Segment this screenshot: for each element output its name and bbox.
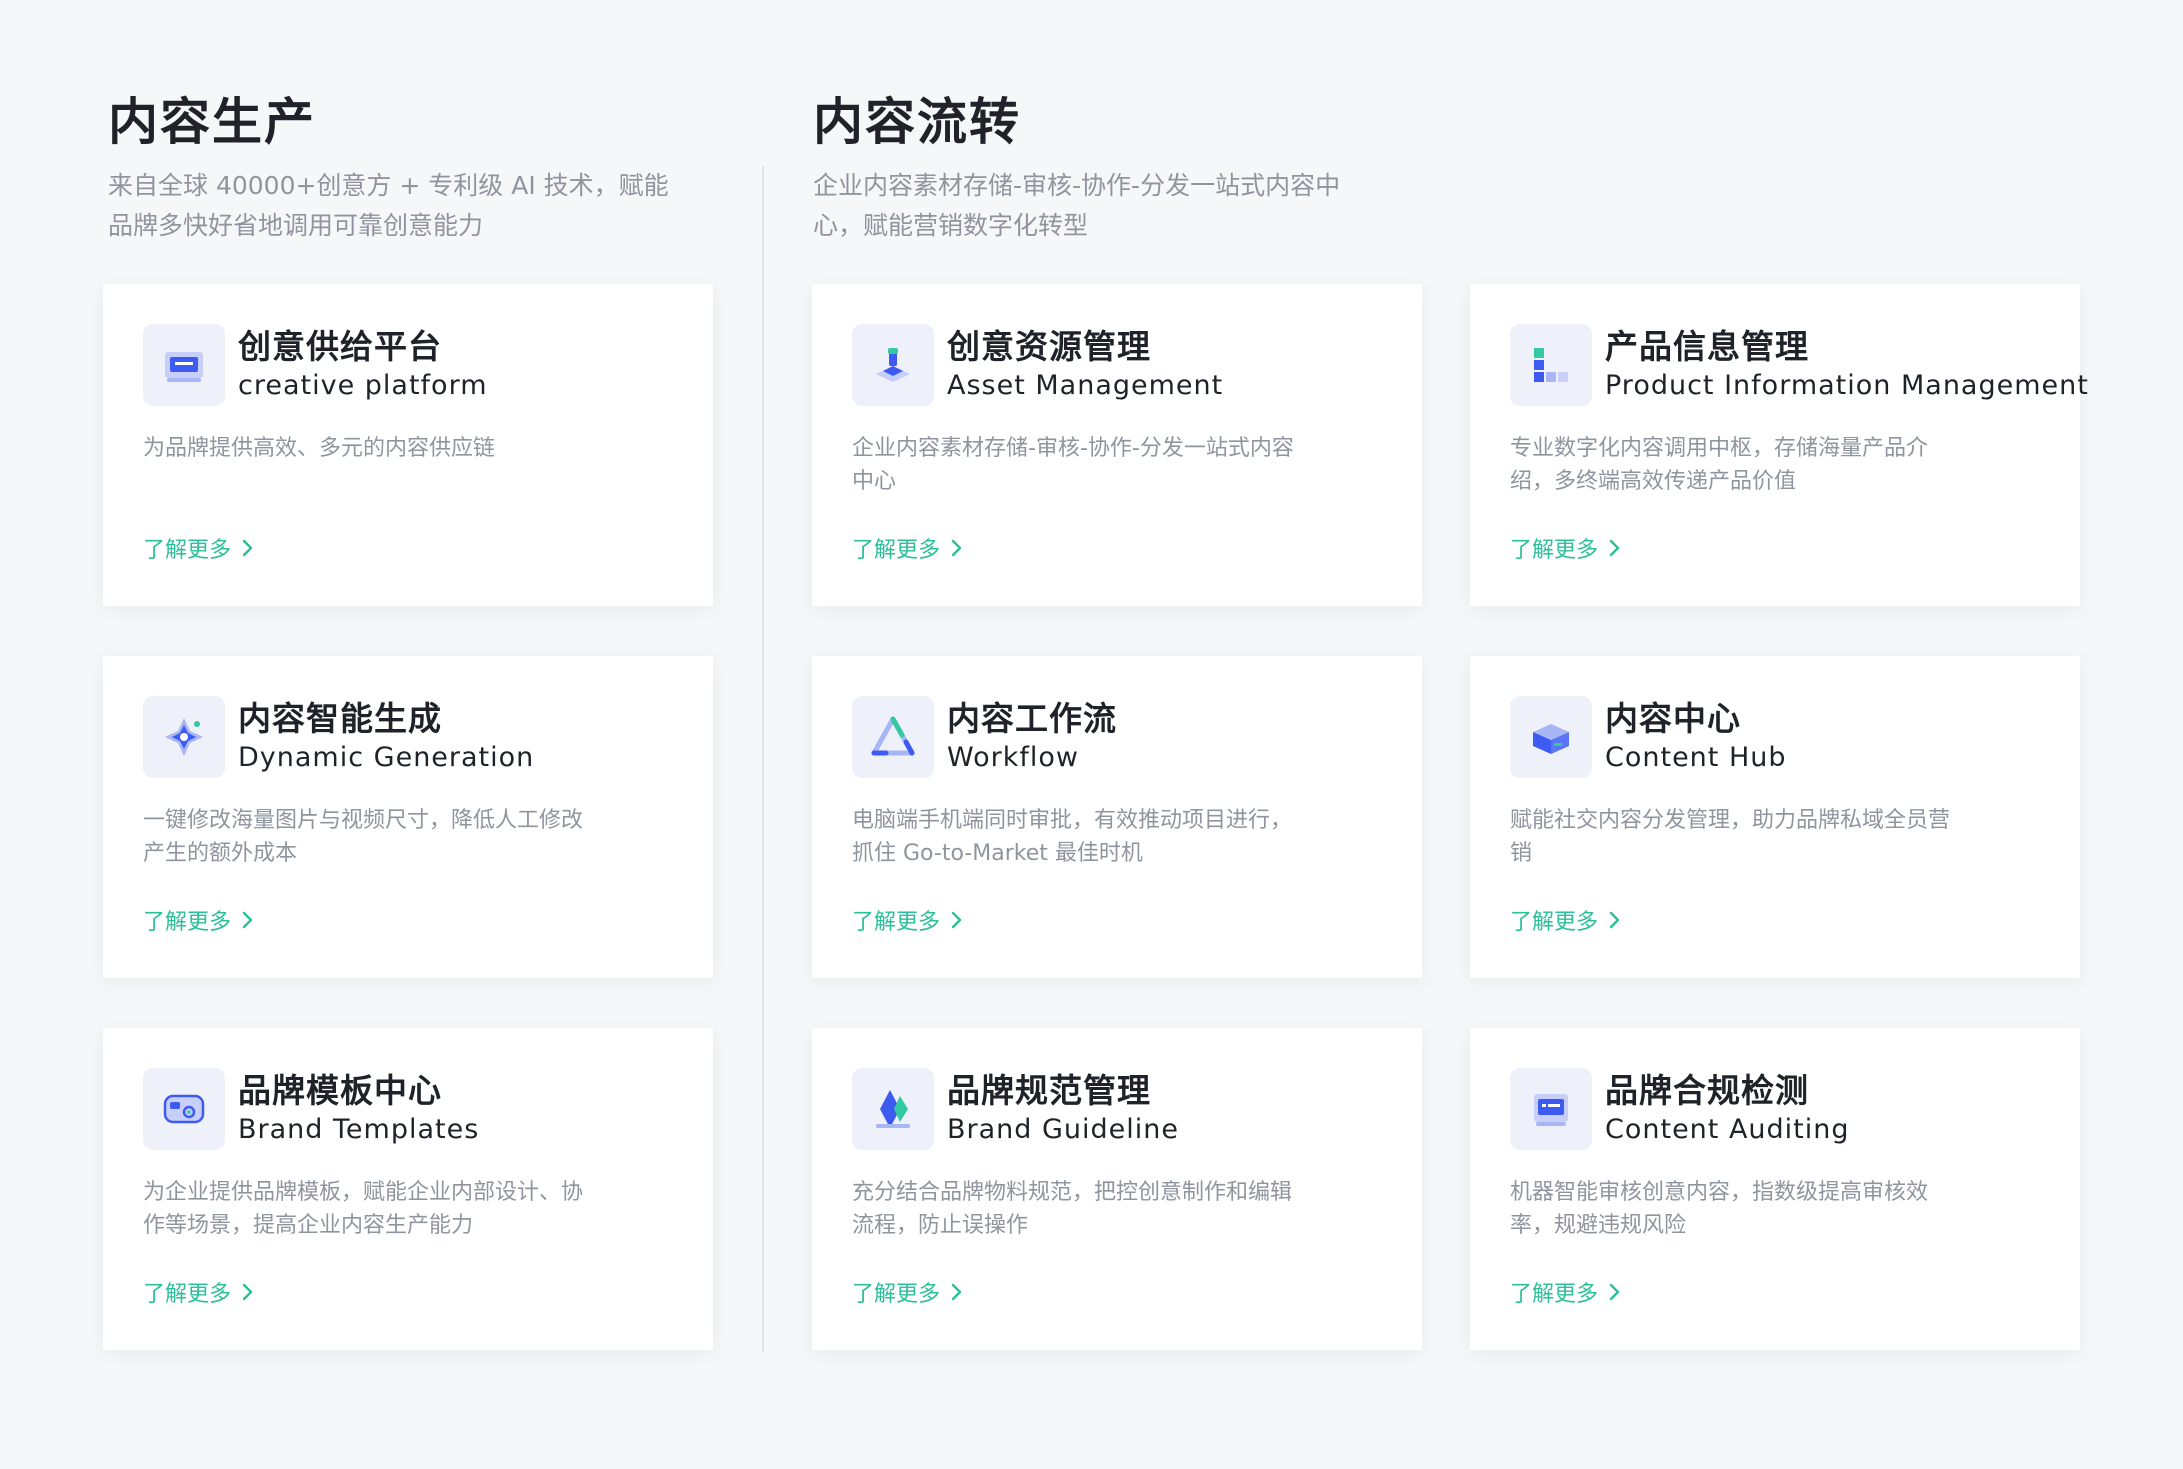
learn-more-link[interactable]: 了解更多 — [1510, 904, 1622, 936]
card-title: 产品信息管理 — [1605, 327, 1809, 366]
card-description-line: 为品牌提供高效、多元的内容供应链 — [143, 436, 496, 461]
section-description-line: 心，赋能营销数字化转型 — [813, 211, 1089, 240]
card-description-line: 一键修改海量图片与视频尺寸，降低人工修改 — [143, 808, 584, 833]
card-description: 一键修改海量图片与视频尺寸，降低人工修改 产生的额外成本 — [143, 804, 663, 870]
card-description-line: 机器智能审核创意内容，指数级提高审核效 — [1510, 1180, 1929, 1205]
card-title: 内容智能生成 — [238, 699, 442, 738]
column-divider — [762, 166, 764, 1352]
content-hub-icon — [1510, 696, 1592, 778]
chevron-right-icon — [1609, 539, 1620, 557]
card-title: 品牌合规检测 — [1605, 1071, 1809, 1110]
learn-more-label: 了解更多 — [1510, 1282, 1599, 1307]
card-content-hub[interactable]: 内容中心 Content Hub 赋能社交内容分发管理，助力品牌私域全员营销 了… — [1470, 656, 2080, 978]
card-subtitle: Content Auditing — [1605, 1114, 1850, 1145]
chevron-right-icon — [242, 539, 253, 557]
card-description: 专业数字化内容调用中枢，存储海量产品介 绍，多终端高效传递产品价值 — [1510, 432, 2030, 498]
card-description: 充分结合品牌物料规范，把控创意制作和编辑 流程，防止误操作 — [852, 1176, 1372, 1242]
learn-more-label: 了解更多 — [143, 1282, 232, 1307]
section-description-content-circulation: 企业内容素材存储-审核-协作-分发一站式内容中 心，赋能营销数字化转型 — [813, 166, 1340, 246]
card-description-line: 充分结合品牌物料规范，把控创意制作和编辑 — [852, 1180, 1293, 1205]
card-description: 企业内容素材存储-审核-协作-分发一站式内容 中心 — [852, 432, 1372, 498]
card-title: 创意资源管理 — [947, 327, 1151, 366]
card-description-line: 中心 — [852, 469, 897, 494]
brand-guideline-icon — [852, 1068, 934, 1150]
card-title: 内容中心 — [1605, 699, 1741, 738]
dynamic-generation-icon — [143, 696, 225, 778]
card-workflow[interactable]: 内容工作流 Workflow 电脑端手机端同时审批，有效推动项目进行， 抓住 Go… — [812, 656, 1422, 978]
card-subtitle: Dynamic Generation — [238, 742, 535, 773]
learn-more-link[interactable]: 了解更多 — [143, 532, 255, 564]
card-description-line: 绍，多终端高效传递产品价值 — [1510, 469, 1797, 494]
learn-more-label: 了解更多 — [1510, 910, 1599, 935]
chevron-right-icon — [951, 911, 962, 929]
card-description: 电脑端手机端同时审批，有效推动项目进行， 抓住 Go-to-Market 最佳时机 — [852, 804, 1372, 870]
chevron-right-icon — [242, 1283, 253, 1301]
section-title-content-production: 内容生产 — [108, 93, 316, 151]
card-description: 为企业提供品牌模板，赋能企业内部设计、协 作等场景，提高企业内容生产能力 — [143, 1176, 663, 1242]
card-description-line: 电脑端手机端同时审批，有效推动项目进行， — [852, 808, 1293, 833]
card-title: 品牌规范管理 — [947, 1071, 1151, 1110]
card-content-auditing[interactable]: 品牌合规检测 Content Auditing 机器智能审核创意内容，指数级提高… — [1470, 1028, 2080, 1350]
card-subtitle: Workflow — [947, 742, 1079, 773]
chevron-right-icon — [242, 911, 253, 929]
card-brand-templates[interactable]: 品牌模板中心 Brand Templates 为企业提供品牌模板，赋能企业内部设… — [103, 1028, 713, 1350]
card-description-line: 为企业提供品牌模板，赋能企业内部设计、协 — [143, 1180, 584, 1205]
chevron-right-icon — [951, 539, 962, 557]
card-description-line: 赋能社交内容分发管理，助力品牌私域全员营 — [1510, 808, 1951, 833]
content-auditing-icon — [1510, 1068, 1592, 1150]
learn-more-link[interactable]: 了解更多 — [852, 532, 964, 564]
learn-more-link[interactable]: 了解更多 — [143, 904, 255, 936]
section-description-content-production: 来自全球 40000+创意方 + 专利级 AI 技术，赋能 品牌多快好省地调用可靠… — [108, 166, 669, 246]
product-information-icon — [1510, 324, 1592, 406]
creative-platform-icon — [143, 324, 225, 406]
section-description-line: 来自全球 40000+创意方 + 专利级 AI 技术，赋能 — [108, 171, 669, 200]
brand-templates-icon — [143, 1068, 225, 1150]
chevron-right-icon — [951, 1283, 962, 1301]
learn-more-label: 了解更多 — [852, 1282, 941, 1307]
card-description-line: 销 — [1510, 841, 1533, 866]
card-description: 机器智能审核创意内容，指数级提高审核效 率，规避违规风险 — [1510, 1176, 2030, 1242]
card-description-line: 作等场景，提高企业内容生产能力 — [143, 1213, 474, 1238]
card-asset-management[interactable]: 创意资源管理 Asset Management 企业内容素材存储-审核-协作-分… — [812, 284, 1422, 606]
card-title: 品牌模板中心 — [238, 1071, 442, 1110]
card-brand-guideline[interactable]: 品牌规范管理 Brand Guideline 充分结合品牌物料规范，把控创意制作… — [812, 1028, 1422, 1350]
learn-more-label: 了解更多 — [143, 538, 232, 563]
card-description: 为品牌提供高效、多元的内容供应链 — [143, 432, 663, 465]
card-description-line: 流程，防止误操作 — [852, 1213, 1029, 1238]
card-creative-platform[interactable]: 创意供给平台 creative platform 为品牌提供高效、多元的内容供应… — [103, 284, 713, 606]
workflow-icon — [852, 696, 934, 778]
learn-more-label: 了解更多 — [1510, 538, 1599, 563]
section-title-content-circulation: 内容流转 — [813, 93, 1021, 151]
card-description-line: 率，规避违规风险 — [1510, 1213, 1687, 1238]
card-description-line: 抓住 Go-to-Market 最佳时机 — [852, 841, 1143, 866]
learn-more-label: 了解更多 — [143, 910, 232, 935]
section-description-line: 品牌多快好省地调用可靠创意能力 — [108, 211, 484, 240]
card-title: 创意供给平台 — [238, 327, 442, 366]
section-description-line: 企业内容素材存储-审核-协作-分发一站式内容中 — [813, 171, 1341, 200]
learn-more-link[interactable]: 了解更多 — [1510, 532, 1622, 564]
card-product-information-management[interactable]: 产品信息管理 Product Information Management 专业… — [1470, 284, 2088, 606]
card-title: 内容工作流 — [947, 699, 1117, 738]
chevron-right-icon — [1609, 1283, 1620, 1301]
card-subtitle: Asset Management — [947, 370, 1224, 401]
card-subtitle: Brand Guideline — [947, 1114, 1180, 1145]
learn-more-link[interactable]: 了解更多 — [852, 904, 964, 936]
learn-more-link[interactable]: 了解更多 — [143, 1276, 255, 1308]
learn-more-label: 了解更多 — [852, 910, 941, 935]
card-subtitle: Content Hub — [1605, 742, 1787, 773]
learn-more-link[interactable]: 了解更多 — [852, 1276, 964, 1308]
asset-management-icon — [852, 324, 934, 406]
card-subtitle: Brand Templates — [238, 1114, 480, 1145]
chevron-right-icon — [1609, 911, 1620, 929]
card-description-line: 专业数字化内容调用中枢，存储海量产品介 — [1510, 436, 1929, 461]
card-description-line: 产生的额外成本 — [143, 841, 298, 866]
card-description: 赋能社交内容分发管理，助力品牌私域全员营销 — [1510, 804, 2030, 870]
card-dynamic-generation[interactable]: 内容智能生成 Dynamic Generation 一键修改海量图片与视频尺寸，… — [103, 656, 713, 978]
card-description-line: 企业内容素材存储-审核-协作-分发一站式内容 — [852, 436, 1294, 461]
card-subtitle: Product Information Management — [1605, 370, 2089, 401]
learn-more-label: 了解更多 — [852, 538, 941, 563]
learn-more-link[interactable]: 了解更多 — [1510, 1276, 1622, 1308]
card-subtitle: creative platform — [238, 370, 488, 401]
